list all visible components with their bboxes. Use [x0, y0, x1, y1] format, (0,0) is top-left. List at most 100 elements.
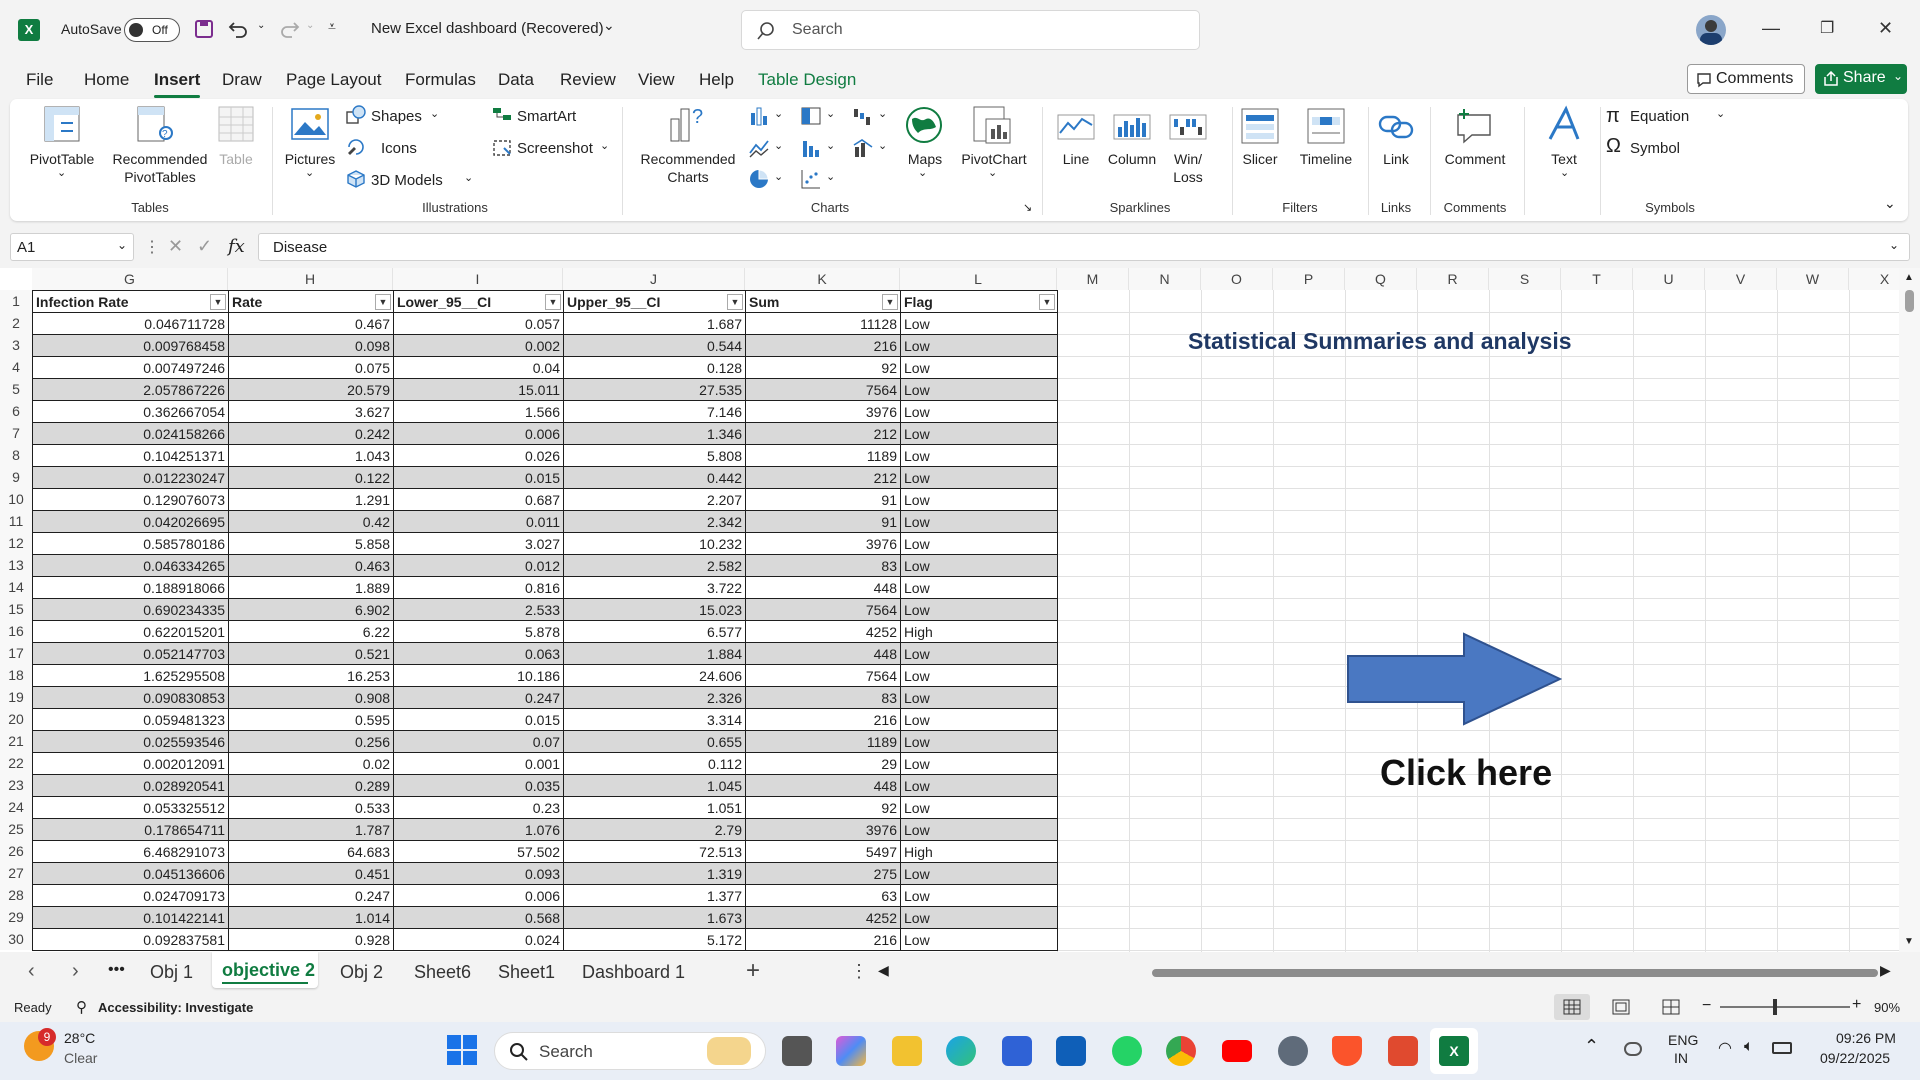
menu-review[interactable]: Review	[560, 70, 616, 90]
table-cell[interactable]: 1.889	[228, 576, 394, 599]
filter-dropdown-icon[interactable]: ▼	[1039, 294, 1055, 310]
filter-dropdown-icon[interactable]: ▼	[375, 294, 391, 310]
smartart-icon[interactable]	[492, 105, 512, 123]
settings-icon[interactable]	[1278, 1036, 1308, 1066]
table-cell[interactable]: 1.014	[228, 906, 394, 929]
row-header[interactable]: 10	[0, 488, 32, 510]
table-cell[interactable]: Low	[900, 532, 1058, 555]
icons-label[interactable]: Icons	[381, 140, 417, 157]
table-cell[interactable]: 2.057867226	[32, 378, 229, 401]
row-header[interactable]: 15	[0, 598, 32, 620]
row-header[interactable]: 21	[0, 730, 32, 752]
symbol-icon[interactable]: Ω	[1606, 135, 1621, 158]
table-cell[interactable]: Low	[900, 664, 1058, 687]
filter-dropdown-icon[interactable]: ▼	[727, 294, 743, 310]
table-cell[interactable]: 6.577	[563, 620, 746, 643]
table-cell[interactable]: 1.319	[563, 862, 746, 885]
table-cell[interactable]: 0.002	[393, 334, 564, 357]
table-cell[interactable]: Low	[900, 400, 1058, 423]
symbol-label[interactable]: Symbol	[1630, 140, 1680, 157]
table-cell[interactable]: 0.026	[393, 444, 564, 467]
table-cell[interactable]: 0.006	[393, 422, 564, 445]
row-header[interactable]: 25	[0, 818, 32, 840]
table-cell[interactable]: 0.02	[228, 752, 394, 775]
table-cell[interactable]: 27.535	[563, 378, 746, 401]
menu-formulas[interactable]: Formulas	[405, 70, 476, 90]
table-cell[interactable]: 0.098	[228, 334, 394, 357]
customize-toolbar-icon[interactable]: ⩡	[328, 18, 336, 35]
table-cell[interactable]: 2.79	[563, 818, 746, 841]
column-header[interactable]: M	[1057, 268, 1129, 290]
row-header[interactable]: 12	[0, 532, 32, 554]
pivotchart-icon[interactable]	[972, 105, 1012, 145]
outlook-icon[interactable]	[1056, 1036, 1086, 1066]
table-cell[interactable]: 5.172	[563, 928, 746, 951]
table-cell[interactable]: 0.816	[393, 576, 564, 599]
table-cell[interactable]: 0.011	[393, 510, 564, 533]
sparkline-winloss-label[interactable]: Win/Loss	[1160, 150, 1216, 186]
column-header[interactable]: N	[1129, 268, 1201, 290]
column-chart-dropdown-icon[interactable]: ⌄	[774, 107, 783, 120]
table-cell[interactable]: Low	[900, 906, 1058, 929]
table-header-cell[interactable]: Sum ▼	[745, 290, 901, 313]
row-header[interactable]: 29	[0, 906, 32, 928]
table-cell[interactable]: 0.059481323	[32, 708, 229, 731]
share-button[interactable]: Share ⌄	[1815, 64, 1907, 94]
table-cell[interactable]: Low	[900, 774, 1058, 797]
table-cell[interactable]: 10.186	[393, 664, 564, 687]
network-status-icon[interactable]	[1624, 1042, 1642, 1056]
table-cell[interactable]: 64.683	[228, 840, 394, 863]
click-here-label[interactable]: Click here	[1380, 752, 1552, 794]
column-header[interactable]: Q	[1345, 268, 1417, 290]
table-cell[interactable]: 83	[745, 554, 901, 577]
horizontal-scroll-thumb[interactable]	[1152, 969, 1878, 977]
redo-icon[interactable]	[278, 19, 300, 39]
task-view-icon[interactable]	[782, 1036, 812, 1066]
table-header-cell[interactable]: Flag ▼	[900, 290, 1058, 313]
scroll-up-icon[interactable]: ▲	[1904, 272, 1914, 283]
statistic-chart-dropdown-icon[interactable]: ⌄	[826, 139, 835, 152]
language-line-1[interactable]: ENG	[1668, 1032, 1698, 1048]
hscroll-left-icon[interactable]: ◀	[878, 962, 889, 979]
row-header[interactable]: 17	[0, 642, 32, 664]
table-cell[interactable]: Low	[900, 862, 1058, 885]
slicer-label[interactable]: Slicer	[1236, 150, 1284, 168]
smartart-label[interactable]: SmartArt	[517, 108, 576, 125]
line-chart-icon[interactable]	[748, 137, 770, 159]
sparkline-column-icon[interactable]	[1112, 109, 1152, 143]
table-cell[interactable]: 0.362667054	[32, 400, 229, 423]
column-header[interactable]: P	[1273, 268, 1345, 290]
add-sheet-icon[interactable]: +	[746, 957, 760, 985]
table-cell[interactable]: 3.722	[563, 576, 746, 599]
table-cell[interactable]: 0.035	[393, 774, 564, 797]
recommended-charts-label[interactable]: Recommended Charts	[632, 150, 744, 186]
row-header[interactable]: 8	[0, 444, 32, 466]
table-cell[interactable]: Low	[900, 576, 1058, 599]
statistic-chart-icon[interactable]	[800, 137, 822, 159]
sparkline-winloss-icon[interactable]	[1168, 109, 1208, 143]
column-header[interactable]: J	[563, 268, 745, 290]
screenshot-dropdown-icon[interactable]: ⌄	[600, 139, 609, 152]
shapes-icon[interactable]	[346, 105, 366, 125]
copilot-icon[interactable]	[836, 1036, 866, 1066]
minimize-icon[interactable]: —	[1762, 18, 1780, 39]
column-header[interactable]: R	[1417, 268, 1489, 290]
clock-time[interactable]: 09:26 PM	[1836, 1030, 1896, 1046]
table-cell[interactable]: 0.028920541	[32, 774, 229, 797]
table-cell[interactable]: 0.42	[228, 510, 394, 533]
table-cell[interactable]: 1.377	[563, 884, 746, 907]
avatar[interactable]	[1696, 15, 1726, 45]
table-cell[interactable]: Low	[900, 642, 1058, 665]
row-header[interactable]: 22	[0, 752, 32, 774]
waterfall-chart-icon[interactable]	[852, 105, 874, 127]
table-cell[interactable]: 1.787	[228, 818, 394, 841]
table-cell[interactable]: 1.291	[228, 488, 394, 511]
table-cell[interactable]: 0.07	[393, 730, 564, 753]
whatsapp-icon[interactable]	[1112, 1036, 1142, 1066]
table-cell[interactable]: 0.092837581	[32, 928, 229, 951]
table-cell[interactable]: 448	[745, 774, 901, 797]
table-cell[interactable]: 0.006	[393, 884, 564, 907]
row-header[interactable]: 5	[0, 378, 32, 400]
menu-data[interactable]: Data	[498, 70, 534, 90]
excel-taskbar-active[interactable]: X	[1430, 1028, 1478, 1074]
